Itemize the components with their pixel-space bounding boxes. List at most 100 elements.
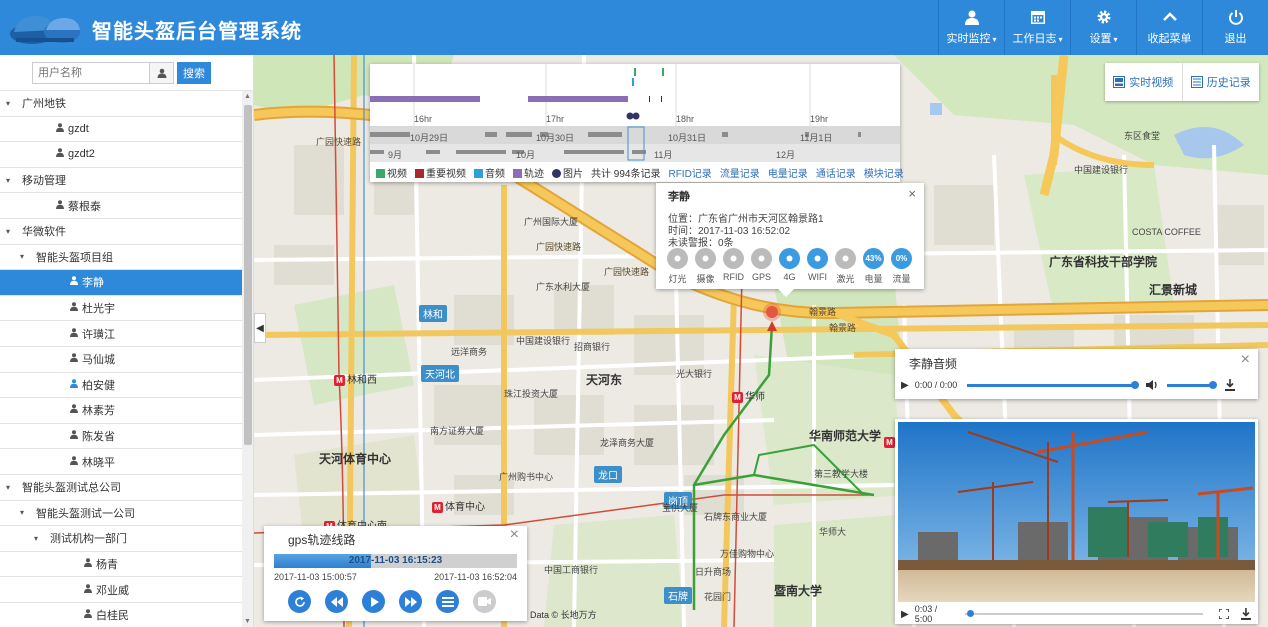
- map-poi-label: 华师大: [819, 527, 847, 537]
- camera-button[interactable]: [473, 590, 496, 613]
- tree-user-row[interactable]: 杨青: [0, 552, 242, 578]
- tree-user-row[interactable]: 蔡根泰: [0, 193, 242, 219]
- map-district-label: 天河北: [421, 365, 459, 382]
- device-status-item[interactable]: 灯光: [666, 248, 689, 285]
- gps-progress-bar[interactable]: 2017-11-03 16:15:23: [274, 554, 517, 568]
- device-status-item[interactable]: RFID: [722, 248, 745, 285]
- video-seek-bar[interactable]: [964, 610, 1204, 617]
- legend-track[interactable]: 轨迹: [513, 165, 544, 180]
- rewind-button[interactable]: [325, 590, 348, 613]
- fullscreen-icon[interactable]: [1219, 609, 1230, 619]
- tree-user-row[interactable]: gzdt2: [0, 142, 242, 168]
- device-status-item[interactable]: 43% 电量: [862, 248, 885, 285]
- device-status-item[interactable]: GPS: [750, 248, 773, 285]
- tree-user-row[interactable]: 李静: [0, 270, 242, 296]
- map-view[interactable]: 林和 天河北 天河东 天河体育中心 华南师范大学 暨南大学 龙口 岗顶 石牌 广东省科技干部学院汇…: [254, 55, 1268, 627]
- map-poi-label: 第三教学大楼: [814, 469, 869, 479]
- timeline-panel: 16hr 17hr 18hr 19hr 10月29日 10月30日 10月31日…: [370, 64, 904, 182]
- play-icon[interactable]: ▶: [901, 609, 909, 620]
- scroll-up-icon[interactable]: ▲: [244, 93, 251, 100]
- device-status-item[interactable]: 摄像: [694, 248, 717, 285]
- scrollbar-thumb[interactable]: [244, 105, 252, 445]
- nav-settings[interactable]: 设置 ▾: [1070, 0, 1136, 55]
- link-traffic-records[interactable]: 流量记录: [720, 165, 760, 180]
- device-status-item[interactable]: WIFI: [806, 248, 829, 285]
- info-unread-alarm: 未读警报：0条: [668, 238, 734, 249]
- tree-group-row[interactable]: ▾ 智能头盔项目组: [0, 245, 242, 271]
- tree-user-row[interactable]: 邓业威: [0, 577, 242, 603]
- link-module-records[interactable]: 模块记录: [864, 165, 904, 180]
- audio-time: 0:00 / 0:00: [914, 380, 958, 390]
- collapse-sidebar-toggle[interactable]: ◀: [254, 313, 266, 343]
- tree-item-label: gzdt2: [68, 148, 95, 161]
- expand-arrow-icon[interactable]: ▾: [20, 508, 30, 517]
- audio-seek-bar[interactable]: [967, 380, 1140, 389]
- metro-station-label: 华师: [732, 388, 765, 403]
- legend-important-video[interactable]: 重要视频: [415, 165, 466, 180]
- search-button[interactable]: 搜索: [177, 61, 211, 84]
- expand-arrow-icon[interactable]: ▾: [6, 176, 16, 185]
- fast-forward-button[interactable]: [399, 590, 422, 613]
- tree-user-row[interactable]: 陈发省: [0, 424, 242, 450]
- legend-video[interactable]: 视频: [376, 165, 407, 180]
- scroll-down-icon[interactable]: ▼: [244, 618, 251, 625]
- tree-group-row[interactable]: ▾ 移动管理: [0, 168, 242, 194]
- tree-user-row[interactable]: 林晓平: [0, 449, 242, 475]
- tree-item-label: 许璜江: [82, 328, 115, 341]
- nav-realtime-monitor[interactable]: 实时监控 ▾: [938, 0, 1004, 55]
- expand-arrow-icon[interactable]: ▾: [6, 483, 16, 492]
- history-button[interactable]: 历史记录: [1181, 63, 1260, 101]
- map-road-label: 广园快速路: [316, 137, 362, 147]
- tree-user-row[interactable]: gzdt: [0, 117, 242, 143]
- tree-group-row[interactable]: ▾ 测试机构一部门: [0, 526, 242, 552]
- sidebar-scrollbar[interactable]: ▲ ▼: [242, 91, 253, 627]
- construction-site-video[interactable]: [898, 422, 1255, 602]
- top-nav: 实时监控 ▾ 工作日志 ▾ 设置 ▾ 收起菜单 退出: [938, 0, 1268, 55]
- tree-user-row[interactable]: 杜光宇: [0, 296, 242, 322]
- tree-group-row[interactable]: ▾ 广州地铁: [0, 91, 242, 117]
- nav-work-log[interactable]: 工作日志 ▾: [1004, 0, 1070, 55]
- expand-arrow-icon[interactable]: ▾: [6, 227, 16, 236]
- refresh-button[interactable]: [288, 590, 311, 613]
- live-video-button[interactable]: 实时视频: [1105, 63, 1182, 101]
- map-district-label: 广东省科技干部学院: [1049, 255, 1158, 269]
- username-search-input[interactable]: [32, 61, 150, 84]
- close-icon[interactable]: ×: [1241, 351, 1250, 369]
- map-district-label: 龙口: [594, 466, 622, 483]
- close-icon[interactable]: ×: [510, 526, 519, 544]
- nav-logout[interactable]: 退出: [1202, 0, 1268, 55]
- volume-icon[interactable]: [1145, 379, 1159, 391]
- user-select-button[interactable]: [150, 61, 174, 84]
- link-rfid-records[interactable]: RFID记录: [668, 165, 711, 180]
- play-icon[interactable]: ▶: [901, 380, 909, 391]
- expand-arrow-icon[interactable]: ▾: [6, 99, 16, 108]
- tree-group-row[interactable]: ▾ 华微软件: [0, 219, 242, 245]
- legend-photo[interactable]: 图片: [552, 165, 583, 180]
- close-icon[interactable]: ×: [908, 186, 916, 201]
- expand-arrow-icon[interactable]: ▾: [34, 534, 44, 543]
- device-status-item[interactable]: 激光: [834, 248, 857, 285]
- play-button[interactable]: [362, 590, 385, 613]
- tree-group-row[interactable]: ▾ 智能头盔测试一公司: [0, 501, 242, 527]
- tree-user-row[interactable]: 林素芳: [0, 398, 242, 424]
- volume-slider[interactable]: [1167, 380, 1218, 389]
- tree-item-label: 邓业威: [96, 584, 129, 597]
- current-location-marker[interactable]: [763, 303, 781, 331]
- download-icon[interactable]: [1241, 608, 1251, 620]
- device-status-item[interactable]: 4G: [778, 248, 801, 285]
- tree-group-row[interactable]: ▾ 智能头盔测试总公司: [0, 475, 242, 501]
- tree-user-row[interactable]: 马仙城: [0, 347, 242, 373]
- helmet-logo-icon: [10, 16, 80, 44]
- legend-audio[interactable]: 音频: [474, 165, 505, 180]
- expand-arrow-icon[interactable]: ▾: [20, 252, 30, 261]
- link-battery-records[interactable]: 电量记录: [768, 165, 808, 180]
- list-button[interactable]: [436, 590, 459, 613]
- person-icon: [56, 199, 64, 212]
- tree-user-row[interactable]: 白桂民: [0, 603, 242, 627]
- link-call-records[interactable]: 通话记录: [816, 165, 856, 180]
- device-status-item[interactable]: 0% 流量: [890, 248, 913, 285]
- download-icon[interactable]: [1225, 379, 1236, 391]
- tree-user-row[interactable]: 许璜江: [0, 321, 242, 347]
- tree-user-row[interactable]: 柏安健: [0, 373, 242, 399]
- nav-collapse-menu[interactable]: 收起菜单: [1136, 0, 1202, 55]
